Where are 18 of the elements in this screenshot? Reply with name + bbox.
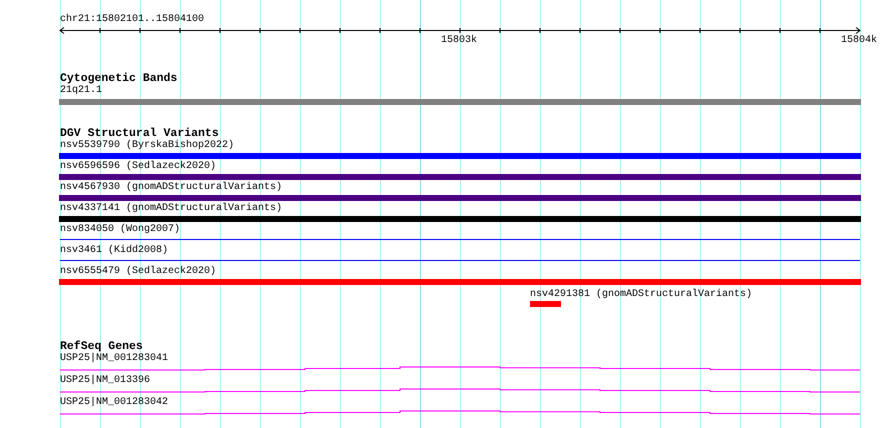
feature-label: nsv4567930 (gnomADStructuralVariants) bbox=[59, 182, 282, 193]
tick-label: 15803k bbox=[440, 35, 478, 47]
feature-label: 21q21.1 bbox=[59, 85, 102, 96]
location-label: chr21:15802101..15804100 bbox=[59, 14, 206, 26]
feature-label: nsv6555479 (Sedlazeck2020) bbox=[59, 266, 216, 277]
feature-label: nsv5539790 (ByrskaBishop2022) bbox=[59, 140, 234, 151]
feature-label: nsv6596596 (Sedlazeck2020) bbox=[59, 161, 216, 172]
feature-label: nsv834050 (Wong2007) bbox=[59, 224, 180, 235]
track-title: DGV Structural Variants bbox=[59, 128, 219, 140]
feature-label: nsv4291381 (gnomADStructuralVariants) bbox=[529, 289, 752, 300]
feature-label: nsv3461 (Kidd2008) bbox=[59, 245, 168, 256]
feature-label: USP25|NM_001283041 bbox=[59, 353, 168, 364]
feature-label: USP25|NM_001283042 bbox=[59, 397, 168, 408]
feature-label: USP25|NM_013396 bbox=[59, 375, 150, 386]
track-title: RefSeq Genes bbox=[59, 340, 143, 353]
track-title: Cytogenetic Bands bbox=[59, 72, 178, 85]
tick-label: 15804k bbox=[840, 35, 878, 47]
feature-label: nsv4337141 (gnomADStructuralVariants) bbox=[59, 203, 282, 214]
